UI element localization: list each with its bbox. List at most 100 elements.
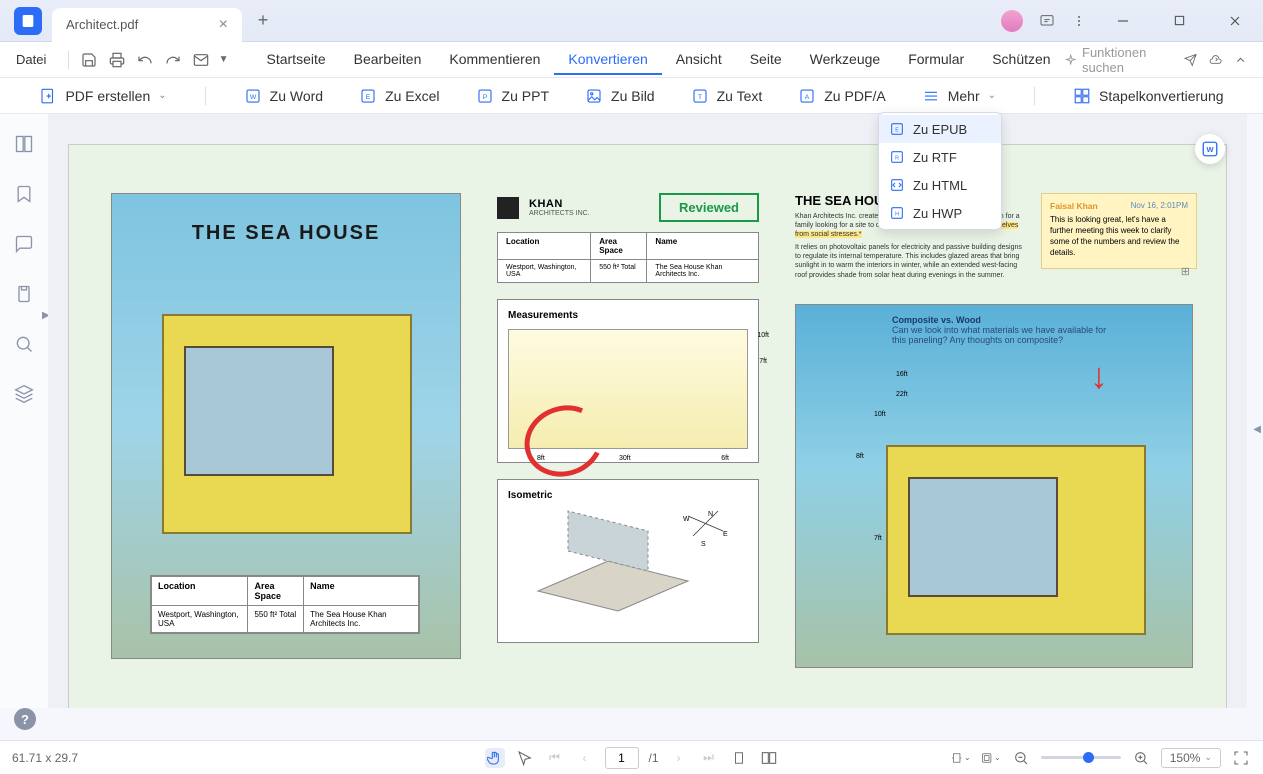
more-dropdown: E Zu EPUB R Zu RTF Zu HTML H Zu HWP	[878, 112, 1002, 230]
function-search[interactable]: Funktionen suchen	[1065, 45, 1172, 75]
house-render	[886, 445, 1146, 635]
to-pdfa-button[interactable]: AZu PDF/A	[794, 83, 889, 109]
bookmark-icon[interactable]	[14, 184, 34, 204]
minimize-button[interactable]	[1103, 5, 1143, 37]
separator	[68, 51, 69, 69]
to-image-button[interactable]: Zu Bild	[581, 83, 659, 109]
two-page-icon[interactable]	[759, 748, 779, 768]
menu-seite[interactable]: Seite	[736, 45, 796, 75]
first-page-icon[interactable]: ⏮	[544, 748, 564, 768]
dropdown-item-rtf[interactable]: R Zu RTF	[879, 143, 1001, 171]
zoom-level[interactable]: 150%⌄	[1161, 748, 1221, 768]
dropdown-item-epub[interactable]: E Zu EPUB	[879, 115, 1001, 143]
sparkle-icon	[1065, 53, 1076, 67]
html-icon	[889, 177, 905, 193]
annotation-arrow: ↓	[1090, 355, 1108, 397]
svg-text:W: W	[683, 516, 690, 523]
chevron-down-icon: ⌄	[1204, 752, 1212, 763]
user-avatar[interactable]	[1001, 10, 1023, 32]
zoom-in-icon[interactable]	[1131, 748, 1151, 768]
left-sidebar	[0, 114, 48, 708]
svg-text:H: H	[895, 212, 899, 218]
to-word-button[interactable]: WZu Word	[240, 83, 327, 109]
menu-werkzeuge[interactable]: Werkzeuge	[796, 45, 895, 75]
excel-icon: E	[359, 87, 377, 105]
document-viewport[interactable]: THE SEA HOUSE LocationArea SpaceName Wes…	[48, 114, 1247, 708]
comments-icon[interactable]	[14, 234, 34, 254]
search-panel-icon[interactable]	[14, 334, 34, 354]
quick-convert-word-button[interactable]: W	[1195, 134, 1225, 164]
page-input[interactable]	[604, 747, 638, 769]
layers-icon[interactable]	[14, 384, 34, 404]
prev-page-icon[interactable]: ‹	[574, 748, 594, 768]
print-icon[interactable]	[105, 46, 129, 74]
sticky-note[interactable]: Faisal Khan Nov 16, 2:01PM This is looki…	[1041, 193, 1197, 269]
zoom-slider[interactable]	[1041, 756, 1121, 759]
cloud-sync-icon[interactable]	[1209, 52, 1222, 68]
word-icon: W	[1201, 140, 1219, 158]
sticky-text: This is looking great, let's have a furt…	[1050, 215, 1188, 258]
save-icon[interactable]	[77, 46, 101, 74]
maximize-button[interactable]	[1159, 5, 1199, 37]
attachments-icon[interactable]	[14, 284, 34, 304]
to-ppt-button[interactable]: PZu PPT	[472, 83, 553, 109]
fit-page-icon[interactable]: ⌄	[951, 748, 971, 768]
hand-tool-icon[interactable]	[484, 748, 504, 768]
single-page-icon[interactable]	[729, 748, 749, 768]
file-menu[interactable]: Datei	[6, 48, 56, 71]
select-tool-icon[interactable]	[514, 748, 534, 768]
app-logo[interactable]	[14, 7, 42, 35]
kebab-menu-icon[interactable]	[1071, 13, 1087, 29]
pdf-page: THE SEA HOUSE LocationArea SpaceName Wes…	[68, 144, 1227, 708]
document-tab[interactable]: Architect.pdf ×	[52, 8, 242, 42]
sticky-date: Nov 16, 2:01PM	[1131, 201, 1188, 212]
more-button[interactable]: Mehr⌄	[918, 83, 1000, 109]
isometric-diagram: Isometric NW ES	[497, 479, 759, 643]
svg-text:W: W	[249, 94, 256, 101]
new-tab-button[interactable]: +	[248, 10, 278, 31]
collapse-ribbon-icon[interactable]	[1234, 52, 1247, 68]
page-navigation: ⏮ ‹ /1 › ⏭	[484, 747, 778, 769]
undo-icon[interactable]	[133, 46, 157, 74]
menu-ansicht[interactable]: Ansicht	[662, 45, 736, 75]
text-icon: T	[691, 87, 709, 105]
zoom-out-icon[interactable]	[1011, 748, 1031, 768]
main-menu: Startseite Bearbeiten Kommentieren Konve…	[253, 45, 1065, 75]
dropdown-item-html[interactable]: Zu HTML	[879, 171, 1001, 199]
redo-icon[interactable]	[161, 46, 185, 74]
thumbnails-icon[interactable]	[14, 134, 34, 154]
svg-text:R: R	[895, 156, 899, 162]
doc-panel-1: THE SEA HOUSE LocationArea SpaceName Wes…	[111, 193, 461, 659]
mail-icon[interactable]	[189, 46, 213, 74]
menu-konvertieren[interactable]: Konvertieren	[554, 45, 661, 75]
to-excel-button[interactable]: EZu Excel	[355, 83, 443, 109]
last-page-icon[interactable]: ⏭	[699, 748, 719, 768]
khan-logo	[497, 197, 519, 219]
batch-convert-button[interactable]: Stapelkonvertierung	[1069, 83, 1228, 109]
dropdown-item-hwp[interactable]: H Zu HWP	[879, 199, 1001, 227]
menu-formular[interactable]: Formular	[894, 45, 978, 75]
chevron-down-icon: ⌄	[988, 90, 996, 101]
close-tab-icon[interactable]: ×	[219, 16, 228, 34]
help-button[interactable]: ?	[14, 708, 36, 730]
quickbar-dropdown-icon[interactable]: ▼	[219, 54, 229, 65]
close-window-button[interactable]	[1215, 5, 1255, 37]
menu-kommentieren[interactable]: Kommentieren	[435, 45, 554, 75]
zoom-thumb[interactable]	[1083, 752, 1094, 763]
info-table: LocationArea SpaceName Westport, Washing…	[150, 575, 420, 634]
ppt-icon: P	[476, 87, 494, 105]
to-text-button[interactable]: TZu Text	[687, 83, 767, 109]
next-page-icon[interactable]: ›	[669, 748, 689, 768]
menu-startseite[interactable]: Startseite	[253, 45, 340, 75]
menu-bearbeiten[interactable]: Bearbeiten	[340, 45, 436, 75]
read-mode-icon[interactable]: ⌄	[981, 748, 1001, 768]
expand-right-panel-icon[interactable]: ◀	[1253, 424, 1261, 435]
separator	[1034, 87, 1035, 105]
sticky-expand-icon[interactable]: ⊞	[1181, 265, 1190, 280]
menu-schuetzen[interactable]: Schützen	[978, 45, 1064, 75]
fullscreen-icon[interactable]	[1231, 748, 1251, 768]
comment-icon[interactable]	[1039, 13, 1055, 29]
send-icon[interactable]	[1184, 52, 1197, 68]
create-pdf-button[interactable]: PDF erstellen ⌄	[35, 83, 170, 109]
page-total: /1	[648, 751, 658, 765]
